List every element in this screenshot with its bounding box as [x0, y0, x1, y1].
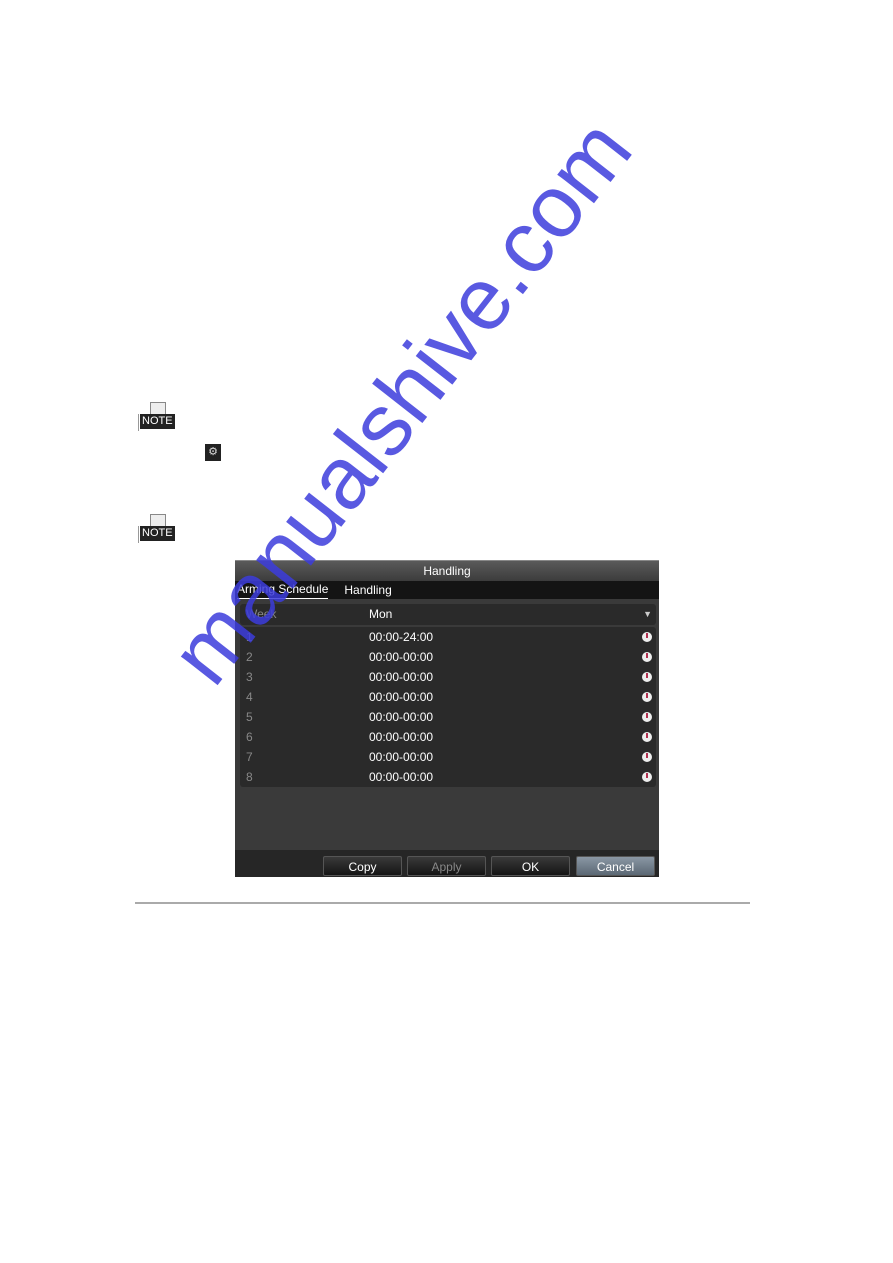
schedule-row: 2 00:00-00:00	[240, 647, 656, 667]
schedule-row: 8 00:00-00:00	[240, 767, 656, 787]
period-time: 00:00-00:00	[369, 710, 434, 724]
period-time: 00:00-00:00	[369, 730, 434, 744]
copy-button[interactable]: Copy	[323, 856, 402, 876]
clock-icon[interactable]	[642, 652, 652, 662]
clock-icon[interactable]	[642, 752, 652, 762]
schedule-row: 4 00:00-00:00	[240, 687, 656, 707]
period-time: 00:00-00:00	[369, 750, 434, 764]
schedule-row: 3 00:00-00:00	[240, 667, 656, 687]
clock-icon[interactable]	[642, 692, 652, 702]
period-number: 7	[246, 750, 253, 764]
cancel-button[interactable]: Cancel	[576, 856, 655, 876]
chevron-down-icon: ▼	[643, 609, 652, 619]
note-label: NOTE	[140, 526, 175, 541]
schedule-table: 1 00:00-24:00 2 00:00-00:00 3 00:00-00:00 4 00:…	[240, 627, 656, 787]
schedule-row: 5 00:00-00:00	[240, 707, 656, 727]
schedule-row: 7 00:00-00:00	[240, 747, 656, 767]
week-value: Mon	[369, 607, 393, 621]
gear-icon: ⚙	[205, 444, 221, 461]
button-bar: Copy Apply OK Cancel	[235, 850, 659, 877]
period-time: 00:00-00:00	[369, 770, 434, 784]
schedule-row: 1 00:00-24:00	[240, 627, 656, 647]
note-label: NOTE	[140, 414, 175, 429]
note-icon: NOTE	[136, 514, 176, 544]
clock-icon[interactable]	[642, 632, 652, 642]
period-number: 6	[246, 730, 253, 744]
schedule-row: 6 00:00-00:00	[240, 727, 656, 747]
period-time: 00:00-24:00	[369, 630, 434, 644]
period-number: 8	[246, 770, 253, 784]
period-time: 00:00-00:00	[369, 650, 434, 664]
period-number: 5	[246, 710, 253, 724]
clock-icon[interactable]	[642, 732, 652, 742]
clock-icon[interactable]	[642, 712, 652, 722]
divider	[135, 902, 750, 904]
ok-button[interactable]: OK	[491, 856, 570, 876]
note-icon: NOTE	[136, 402, 176, 432]
period-number: 4	[246, 690, 253, 704]
apply-button[interactable]: Apply	[407, 856, 486, 876]
period-time: 00:00-00:00	[369, 690, 434, 704]
clock-icon[interactable]	[642, 772, 652, 782]
document-page: NOTE ⚙ NOTE Handling Arming Schedule Han…	[0, 0, 893, 1263]
clock-icon[interactable]	[642, 672, 652, 682]
tab-handling[interactable]: Handling	[344, 581, 391, 599]
period-time: 00:00-00:00	[369, 670, 434, 684]
